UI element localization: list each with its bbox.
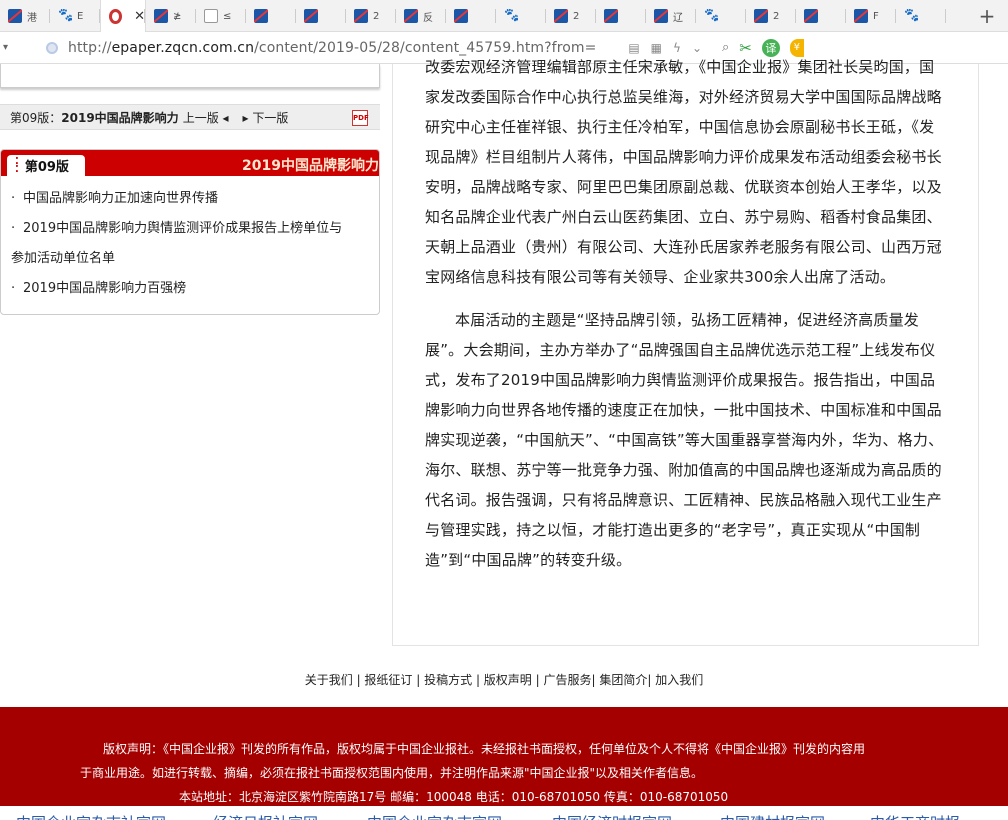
article-list: 中国品牌影响力正加速向世界传播 2019中国品牌影响力舆情监测评价成果报告上榜单… [1,176,379,304]
tab-label: ≱ [173,10,182,22]
partner-link[interactable]: 中国经济时报官网 [552,812,672,820]
site-logo-icon [254,9,268,23]
partner-links: 中国企业家杂志社官网 经济日报社官网 中国企业家杂志官网 中国经济时报官网 中国… [0,806,1008,820]
site-logo-icon [304,9,318,23]
browser-tab[interactable] [796,0,846,32]
edition-tab[interactable]: ⁚ ⁚ 第09版 [7,155,85,176]
browser-tab[interactable] [446,0,496,32]
list-item[interactable]: 中国品牌影响力正加速向世界传播 [11,184,369,214]
edition-number: 第09版： [10,110,62,125]
browser-tab[interactable]: 2 [746,0,796,32]
browser-tab[interactable]: 2 [546,0,596,32]
tab-label: 2 [373,10,380,22]
browser-tab[interactable]: 反 [396,0,446,32]
tab-separator [945,9,946,23]
browser-tab[interactable]: ≤ [196,0,246,32]
footer-link-about[interactable]: 关于我们 [305,673,353,687]
address-line: 本站地址：北京海淀区紫竹院南路17号 邮编：100048 电话：010-6870… [179,790,729,804]
tab-label: F [873,10,879,22]
site-info-icon[interactable] [46,41,58,54]
tab-label: 港 [27,12,37,24]
browser-tab[interactable] [296,0,346,32]
partner-link[interactable]: 中国建材报官网 [720,812,825,820]
browser-tab[interactable]: 辽 [646,0,696,32]
copyright-footer: 版权声明：《中国企业报》刊发的所有作品，版权均属于中国企业报社。未经报社书面授权… [0,707,1008,820]
browser-tab[interactable]: 港 [0,0,50,32]
footer-link-subscribe[interactable]: 报纸征订 [364,673,412,687]
site-logo-icon [554,9,568,23]
article-body: 改委宏观经济管理编辑部原主任宋承敏，《中国企业报》集团社长吴昀国，国家发改委国际… [425,52,945,588]
edition-name: 2019中国品牌影响力 [61,110,179,125]
site-logo-icon [454,9,468,23]
edition-tab-label: 第09版 [24,160,69,175]
baidu-paw-icon: 🐾 [58,9,72,23]
baidu-paw-icon: 🐾 [504,9,518,23]
list-item[interactable]: 2019中国品牌影响力舆情监测评价成果报告上榜单位与 [11,214,369,244]
partner-link[interactable]: 中华工商时报 [870,812,960,820]
tab-label: 2 [573,10,580,22]
tab-label: E [77,10,84,22]
prev-edition-link[interactable]: 上一版 ◂ [183,109,229,126]
browser-tab[interactable] [246,0,296,32]
baidu-paw-icon: 🐾 [704,9,718,23]
target-icon [109,8,123,24]
browser-tab[interactable]: 🐾 [896,0,946,32]
dropdown-chevron-icon[interactable]: ▾ [0,42,12,53]
breadcrumb: 第09版： 2019中国品牌影响力 上一版 ◂ ▸ 下一版 PDF [0,104,380,130]
browser-tab[interactable]: ✕ [100,0,146,32]
footer-link-ads[interactable]: 广告服务 [543,673,591,687]
pdf-icon[interactable]: PDF [352,110,369,126]
list-item[interactable]: 2019中国品牌影响力百强榜 [11,274,369,304]
panel-header: ⁚ ⁚ 第09版 2019中国品牌影响力 [1,150,379,176]
site-logo-icon [804,9,818,23]
next-edition-link[interactable]: ▸ 下一版 [243,109,289,126]
site-logo-icon [354,9,368,23]
tab-label: ≤ [223,10,232,22]
dots-icon: ⁚ ⁚ [15,155,19,175]
site-logo-icon [754,9,768,23]
tab-label: 反 [423,12,433,24]
browser-tab[interactable]: ≱ [146,0,196,32]
site-logo-icon [8,9,22,23]
partner-link[interactable]: 经济日报社官网 [213,812,318,820]
list-item-continuation[interactable]: 参加活动单位名单 [11,244,369,274]
tab-label: 2 [773,10,780,22]
footer-link-group[interactable]: 集团简介 [599,673,647,687]
footer-link-submit[interactable]: 投稿方式 [424,673,472,687]
partner-link[interactable]: 中国企业家杂志官网 [367,812,502,820]
site-logo-icon [854,9,868,23]
left-box-bottom-edge [0,64,380,88]
tab-separator [144,9,145,23]
footer-links: 关于我们 | 报纸征订 | 投稿方式 | 版权声明 | 广告服务| 集团简介| … [304,673,704,687]
browser-tab-bar: 港 🐾 E ✕ ≱ ≤2 反 🐾 2 辽 🐾 2 F 🐾 + [0,0,1008,32]
browser-tab[interactable]: 2 [346,0,396,32]
baidu-paw-icon: 🐾 [904,9,918,23]
panel-title: 2019中国品牌影响力 [242,158,379,174]
page-icon [204,9,218,23]
partner-link[interactable]: 中国企业家杂志社官网 [16,812,166,820]
site-logo-icon [404,9,418,23]
site-logo-icon [604,9,618,23]
footer-link-join[interactable]: 加入我们 [655,673,703,687]
browser-tab[interactable]: 🐾 [496,0,546,32]
browser-tab[interactable] [596,0,646,32]
browser-tab[interactable]: F [846,0,896,32]
article-paragraph: 改委宏观经济管理编辑部原主任宋承敏，《中国企业报》集团社长吴昀国，国家发改委国际… [425,58,942,286]
browser-tab[interactable]: 🐾 E [50,0,100,32]
tab-label: 辽 [673,12,683,24]
browser-tab[interactable]: 🐾 [696,0,746,32]
copyright-line-2: 于商业用途。如进行转载、摘编，必须在报社书面授权范围内使用，并注明作品来源"中国… [80,766,704,780]
site-logo-icon [154,9,168,23]
new-tab-button[interactable]: + [966,0,1008,31]
footer-link-copyright[interactable]: 版权声明 [484,673,532,687]
site-logo-icon [654,9,668,23]
copyright-line-1: 版权声明：《中国企业报》刊发的所有作品，版权均属于中国企业报社。未经报社书面授权… [103,742,866,756]
article-paragraph: 本届活动的主题是“坚持品牌引领，弘扬工匠精神，促进经济高质量发展”。大会期间，主… [425,311,944,569]
edition-panel: ⁚⁚ 第09版 2019中国品牌影响力 中国品牌影响力正加速向世界传播 2019… [0,149,380,315]
